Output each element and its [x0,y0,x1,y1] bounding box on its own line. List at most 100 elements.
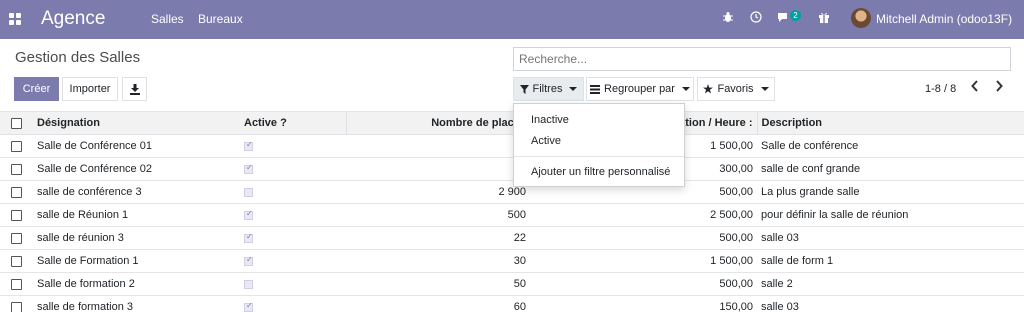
menu-bureaux[interactable]: Bureaux [198,12,243,26]
cell-description: La plus grande salle [757,180,1024,204]
cell-active [240,203,346,227]
col-designation[interactable]: Désignation [33,111,240,135]
cell-designation: Salle de Formation 1 [33,249,240,273]
row-select-cell[interactable] [0,180,33,204]
cell-designation: Salle de Conférence 02 [33,157,240,181]
active-checkbox [244,255,253,266]
filter-inactive[interactable]: Inactive [531,114,569,126]
row-checkbox[interactable] [11,278,22,290]
star-icon [703,84,714,94]
col-description[interactable]: Description [756,111,1024,135]
cell-active [240,226,346,250]
bug-icon[interactable] [722,11,734,26]
table-row[interactable]: salle de Réunion 1 5002 500,00pour défini… [0,203,1024,227]
table-row[interactable]: Salle de Formation 1 301 500,00salle de f… [0,249,1024,273]
active-checkbox [244,163,253,174]
menu-salles[interactable]: Salles [151,12,184,26]
caret-down-icon [681,87,690,91]
page-title: Gestion des Salles [15,49,141,66]
create-button[interactable]: Créer [14,77,59,101]
cell-designation: salle de conférence 3 [33,180,240,204]
cell-places: 22 [346,226,530,250]
apps-menu-icon[interactable] [9,13,21,25]
clock-icon[interactable] [750,11,762,26]
download-icon [129,83,140,95]
table-header-row: Désignation Active ? Nombre de places Pr… [0,111,1024,135]
select-all-cell[interactable] [0,111,33,135]
row-select-cell[interactable] [0,272,33,296]
active-checkbox [244,140,253,151]
app-brand[interactable]: Agence [41,8,105,30]
row-checkbox[interactable] [11,255,22,267]
pager-value[interactable]: 1-8 / 8 [925,83,956,95]
caret-down-icon [760,87,769,91]
caret-down-icon [569,87,578,91]
active-checkbox [244,279,253,289]
cell-places: 3 [346,157,530,181]
cell-active [240,157,346,181]
cell-active [240,295,346,312]
table-row[interactable]: Salle de Conférence 0121 500,00Salle de … [0,134,1024,158]
cell-active [240,180,346,204]
cell-places: 60 [346,295,530,312]
filter-icon [519,84,529,94]
table-row[interactable]: salle de réunion 3 22500,00salle 03 [0,226,1024,250]
group-by-button[interactable]: Regrouper par [586,77,694,101]
cell-places: 500 [346,203,530,227]
row-checkbox[interactable] [11,163,22,175]
table-row[interactable]: Salle de formation 2 50 500,00 salle 2 [0,272,1024,296]
row-checkbox[interactable] [11,232,22,244]
table-row[interactable]: Salle de Conférence 023300,00salle de co… [0,157,1024,181]
filter-active[interactable]: Active [531,135,561,147]
cell-places: 2 900 [346,180,530,204]
cell-price: 500,00 [530,226,757,250]
cell-description: salle de conf grande [757,157,1024,181]
group-by-label: Regrouper par [604,83,675,95]
user-avatar[interactable] [851,8,871,28]
download-button[interactable] [122,77,147,101]
gift-icon[interactable] [818,11,830,26]
row-select-cell[interactable] [0,134,33,158]
user-menu[interactable]: Mitchell Admin (odoo13F) [876,12,1012,26]
cell-designation: Salle de Conférence 01 [33,134,240,158]
cell-places: 2 [346,134,530,158]
search-input[interactable] [514,48,1010,70]
row-select-cell[interactable] [0,295,33,312]
filters-label: Filtres [532,83,563,95]
pager-next-icon[interactable] [995,80,1003,95]
cell-places: 50 [346,272,530,296]
cell-description: salle 03 [757,226,1024,250]
search-box[interactable] [513,47,1011,71]
rooms-table: Désignation Active ? Nombre de places Pr… [0,111,1024,312]
active-checkbox [244,301,253,312]
select-all-checkbox[interactable] [11,117,22,129]
row-checkbox[interactable] [11,186,22,198]
cell-description: salle de form 1 [757,249,1024,273]
row-checkbox[interactable] [11,209,22,221]
favorites-button[interactable]: Favoris [697,77,775,101]
col-places[interactable]: Nombre de places [345,111,530,135]
table-row[interactable]: salle de conférence 32 900 500,00 La plus … [0,180,1024,204]
import-button[interactable]: Importer [62,77,118,101]
cell-places: 30 [346,249,530,273]
cell-active [240,134,346,158]
cell-designation: Salle de formation 2 [33,272,240,296]
cell-designation: salle de formation 3 [33,295,240,312]
cell-designation: salle de réunion 3 [33,226,240,250]
filters-button[interactable]: Filtres [513,77,584,101]
row-select-cell[interactable] [0,157,33,181]
row-select-cell[interactable] [0,226,33,250]
row-checkbox[interactable] [11,140,22,152]
cell-description: pour définir la salle de réunion [757,203,1024,227]
chat-icon[interactable] [777,11,790,26]
row-select-cell[interactable] [0,249,33,273]
add-custom-filter[interactable]: Ajouter un filtre personnalisé [531,166,670,178]
cell-designation: salle de Réunion 1 [33,203,240,227]
table-row[interactable]: salle de formation 3 60150,00salle 03 [0,295,1024,312]
list-icon [590,84,601,94]
row-select-cell[interactable] [0,203,33,227]
top-navbar: Agence Salles Bureaux 2 Mitchell Admin (… [0,0,1024,39]
row-checkbox[interactable] [11,301,22,312]
pager-previous-icon[interactable] [971,80,979,95]
col-active[interactable]: Active ? [240,111,346,135]
